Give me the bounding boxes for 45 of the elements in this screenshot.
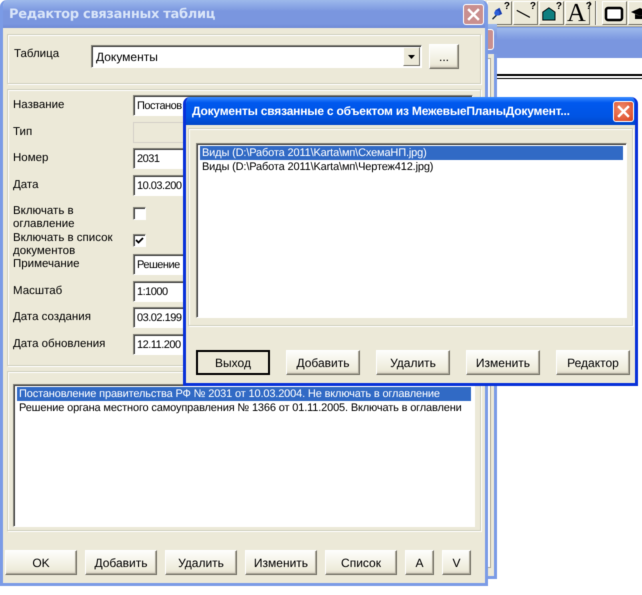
dialog-button[interactable]: Редактор	[556, 350, 630, 375]
list-item[interactable]: Постановление правительства РФ № 2031 от 10.03.2004. Не включать в оглавление	[17, 387, 471, 401]
dialog-button[interactable]: Выход	[196, 350, 270, 375]
dialog-button[interactable]: Добавить	[286, 350, 360, 375]
field-label: Дата создания	[13, 310, 92, 324]
toolbar-button[interactable]: ?	[539, 1, 564, 25]
window-title: Редактор связанных таблиц	[9, 6, 216, 22]
dialog-button[interactable]: Удалить	[376, 350, 450, 375]
dropdown-button[interactable]	[403, 47, 420, 66]
field-label: Дата	[13, 178, 40, 192]
dialog-button[interactable]: Список	[325, 550, 397, 575]
toolbar-button[interactable]: A?	[565, 1, 590, 25]
close-button[interactable]	[613, 100, 634, 122]
toolbar-button[interactable]: ?	[513, 1, 538, 25]
field-label: Номер	[13, 151, 50, 165]
field-label: Название	[13, 98, 66, 112]
table-dropdown[interactable]: Документы	[91, 45, 422, 68]
close-icon	[617, 104, 630, 118]
list-item[interactable]: Виды (D:\Работа 2011\Karta\мп\Чертеж412.jpg)	[200, 160, 623, 174]
field-label: Таблица	[14, 47, 60, 60]
close-icon	[467, 8, 480, 20]
field-label: Примечание	[13, 257, 81, 271]
checkbox[interactable]	[133, 234, 146, 246]
dialog-button[interactable]: Изменить	[245, 550, 317, 575]
dialog-button[interactable]: A	[405, 550, 434, 575]
dialog-button[interactable]: Изменить	[466, 350, 540, 375]
toolbar-button[interactable]	[602, 1, 627, 25]
list-item[interactable]: Виды (D:\Работа 2011\Karta\мп\СхемаНП.jpg)	[200, 146, 623, 160]
dialog-button[interactable]: Добавить	[85, 550, 157, 575]
toolbar-button[interactable]: ?	[487, 1, 512, 25]
field-label: Масштаб	[13, 284, 64, 298]
list-item[interactable]: Решение органа местного самоуправления № 1366 от 01.11.2005. Включать в оглавлени	[17, 401, 471, 415]
checkbox[interactable]	[133, 207, 146, 220]
dialog-button[interactable]: V	[442, 550, 471, 575]
field-label: Включать в список документов	[13, 230, 114, 258]
caret-icon	[408, 54, 415, 58]
close-button[interactable]	[463, 4, 484, 24]
frame-icon	[604, 4, 624, 22]
field-label: Тип	[13, 124, 34, 138]
dialog-button[interactable]: Удалить	[165, 550, 237, 575]
window-title: Документы связанные с объектом из МежевыеПланыДокумент...	[192, 104, 571, 118]
browse-button[interactable]: ...	[429, 44, 459, 69]
dialog-button[interactable]: OK	[5, 550, 77, 575]
field-label: Включать в оглавление	[13, 204, 76, 231]
field-label: Дата обновления	[13, 336, 106, 350]
